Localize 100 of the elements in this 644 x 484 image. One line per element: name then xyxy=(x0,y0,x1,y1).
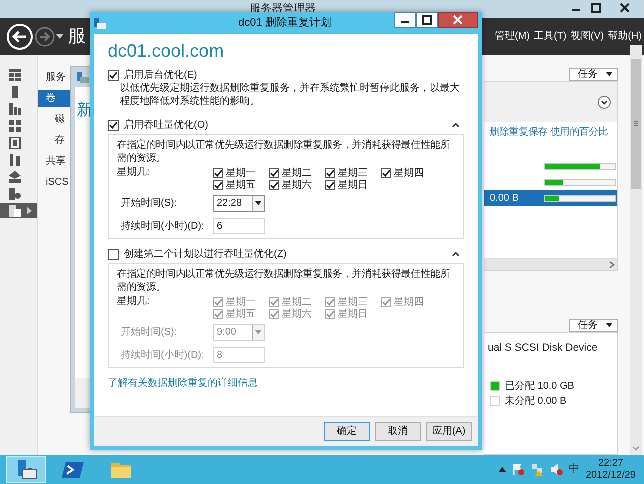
close-button[interactable] xyxy=(438,12,478,28)
servers-icon xyxy=(9,102,21,114)
collapse-icon[interactable] xyxy=(452,251,460,257)
tasks-button[interactable]: 任务 xyxy=(569,319,618,332)
checkbox[interactable] xyxy=(269,168,279,178)
checkbox[interactable] xyxy=(213,309,223,319)
checkbox[interactable] xyxy=(269,297,279,307)
dialog-title: dc01 删除重复计划 xyxy=(238,16,332,31)
vertical-scrollbar[interactable] xyxy=(630,45,642,455)
expand-arrow-icon xyxy=(27,206,32,214)
checkbox[interactable] xyxy=(213,180,223,190)
checkbox-label: 星期日 xyxy=(338,178,368,192)
checkbox-label: 启用后台优化(E) xyxy=(124,68,198,82)
nav-item[interactable]: 存 xyxy=(38,132,70,149)
network-icon xyxy=(9,120,21,132)
checkbox[interactable] xyxy=(325,168,335,178)
clock[interactable]: 22:27 2012/12/29 xyxy=(586,458,636,482)
caret-icon xyxy=(255,201,262,206)
table-cell: 0.00 B xyxy=(490,192,519,204)
terminal-icon xyxy=(62,459,86,480)
back-icon[interactable] xyxy=(6,22,34,50)
checkbox-label: 星期一 xyxy=(226,296,256,308)
checkbox[interactable] xyxy=(325,309,335,319)
checkbox[interactable] xyxy=(325,297,335,307)
horizontal-scrollbar[interactable] xyxy=(484,258,617,270)
nav-item[interactable]: 卷 xyxy=(38,90,70,107)
checkbox-label: 星期二 xyxy=(282,296,312,308)
checkbox[interactable] xyxy=(213,168,223,178)
stack-icon xyxy=(9,170,21,182)
menu-item[interactable]: 帮助(H) xyxy=(608,29,642,44)
help-link[interactable]: 了解有关数据删除重复的详细信息 xyxy=(108,378,258,389)
checkbox-label: 星期五 xyxy=(226,308,256,322)
checkbox-label: 星期六 xyxy=(282,178,312,192)
cabinet-icon xyxy=(9,136,21,148)
dialog-button[interactable]: 取消 xyxy=(375,422,421,441)
speaker-icon[interactable] xyxy=(550,463,563,476)
field-label: 星期几: xyxy=(117,296,151,309)
menu-item[interactable]: 工具(T) xyxy=(534,29,567,44)
nav-item[interactable]: 服务 xyxy=(38,69,70,86)
show-hidden-icon[interactable] xyxy=(498,467,506,472)
checkbox[interactable] xyxy=(213,297,223,307)
flag-icon[interactable] xyxy=(512,463,525,476)
minimize-button[interactable] xyxy=(394,12,416,28)
column-header[interactable]: 使用的百分比 xyxy=(550,125,608,140)
field-label: 持续时间(小时)(D): xyxy=(120,220,206,234)
checkbox-label: 星期五 xyxy=(226,178,256,192)
files-icon xyxy=(9,204,21,216)
table-row[interactable]: 0.00 B xyxy=(484,190,617,206)
disk-icon xyxy=(9,188,21,200)
grid-icon xyxy=(9,68,21,80)
checkbox[interactable] xyxy=(269,309,279,319)
checkbox-label: 星期一 xyxy=(226,166,256,180)
disk-name: ual S SCSI Disk Device xyxy=(487,341,599,356)
legend-label: 已分配 10.0 GB xyxy=(505,380,574,394)
dialog-button[interactable]: 确定 xyxy=(324,422,370,441)
taskbar-button[interactable] xyxy=(6,456,46,483)
checkbox[interactable] xyxy=(108,120,119,130)
close-icon xyxy=(620,3,630,13)
checkbox-label: 星期三 xyxy=(338,296,368,308)
caret-icon[interactable] xyxy=(56,34,64,40)
checkbox[interactable] xyxy=(269,180,279,190)
checkbox-label: 创建第二个计划以进行吞吐量优化(Z) xyxy=(124,248,287,262)
checkbox[interactable] xyxy=(381,168,391,178)
description-text: 在指定的时间内以正常优先级运行数据删除重复服务，并消耗获得最佳性能所需的资源。 xyxy=(117,268,452,294)
field-label: 开始时间(S): xyxy=(120,326,178,340)
checkbox[interactable] xyxy=(108,248,119,260)
duration-field[interactable]: 6 xyxy=(213,218,265,234)
maximize-icon xyxy=(591,3,601,13)
checkbox[interactable] xyxy=(325,180,335,190)
tasks-button[interactable]: 任务 xyxy=(569,68,618,81)
app-icon xyxy=(77,72,89,82)
expand-icon[interactable] xyxy=(598,96,611,108)
input-method-indicator[interactable]: 中 xyxy=(568,461,580,478)
checkbox-label: 星期四 xyxy=(394,296,424,310)
collapse-icon[interactable] xyxy=(452,122,460,128)
menu-item[interactable]: 视图(V) xyxy=(570,29,604,44)
rail-item[interactable] xyxy=(0,203,37,218)
nav-item[interactable]: 共享 xyxy=(38,153,70,170)
checkbox[interactable] xyxy=(108,70,119,80)
checkbox-label: 星期二 xyxy=(282,166,312,180)
checkbox-label: 星期日 xyxy=(338,308,368,322)
checkbox-label: 星期四 xyxy=(394,166,424,180)
dialog-button[interactable]: 应用(A) xyxy=(426,422,472,441)
server-name: dc01.cool.com xyxy=(108,40,226,62)
field-label: 星期几: xyxy=(117,167,151,180)
nav-item[interactable]: iSCS xyxy=(38,174,70,191)
menu-item[interactable]: 管理(M) xyxy=(494,29,530,44)
time-combobox[interactable]: 22:28 xyxy=(213,195,265,212)
nav-item[interactable]: 磁 xyxy=(38,111,70,128)
page-heading: 服 xyxy=(68,25,86,48)
checkbox-label: 星期三 xyxy=(338,166,368,180)
checkbox[interactable] xyxy=(381,297,391,307)
server-icon xyxy=(9,86,21,98)
maximize-button[interactable] xyxy=(416,12,438,28)
column-header[interactable]: 删除重复保存 xyxy=(490,125,548,140)
field-label: 开始时间(S): xyxy=(120,196,178,211)
scroll-right-icon[interactable] xyxy=(607,260,617,270)
tools-icon xyxy=(9,154,21,166)
field-label: 持续时间(小时)(D): xyxy=(120,348,206,362)
description-text: 在指定的时间内以正常优先级运行数据删除重复服务，并消耗获得最佳性能所需的资源。 xyxy=(117,139,452,165)
